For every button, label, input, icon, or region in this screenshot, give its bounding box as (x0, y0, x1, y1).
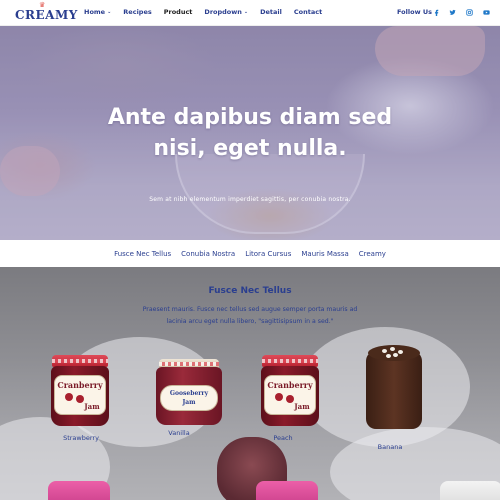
product-label: Strawberry (63, 434, 99, 442)
nav-item-product[interactable]: Product (164, 8, 193, 16)
jar-label: Cranberry Jam (264, 375, 316, 415)
chevron-down-icon: ⌄ (107, 9, 112, 15)
jar-lid (440, 481, 500, 500)
nut-topping (390, 347, 395, 351)
product-item-banana[interactable]: Banana (362, 345, 426, 455)
jar-label-text: Cranberry (267, 380, 313, 390)
category-link[interactable]: Fusce Nec Tellus (114, 250, 171, 258)
nav-item-dropdown[interactable]: Dropdown ⌄ (204, 8, 248, 16)
nut-topping (393, 353, 398, 357)
nut-topping (398, 350, 403, 354)
nav-item-label: Contact (293, 8, 323, 16)
jar-lid (256, 481, 318, 500)
youtube-icon[interactable] (481, 7, 491, 17)
brand-logo[interactable]: ♛ CREAMY (15, 2, 77, 24)
nav-item-contact[interactable]: Contact (294, 8, 322, 16)
facebook-icon[interactable] (431, 7, 441, 17)
nav-item-label: Product (163, 8, 193, 16)
jar-label-text: Jam (182, 399, 196, 406)
nav-item-label: Detail (260, 8, 282, 16)
category-nav: Fusce Nec Tellus Conubia Nostra Litora C… (0, 240, 500, 267)
brand-name: CREAMY (15, 8, 78, 22)
product-item-peach[interactable]: Cranberry Jam Peach (258, 355, 326, 445)
jar-lid (48, 481, 110, 500)
products-section: Fusce Nec Tellus Praesent mauris. Fusce … (0, 267, 500, 500)
site-header: ♛ CREAMY Home ⌄ Recipes Product Dropdown… (0, 0, 500, 26)
category-link[interactable]: Creamy (359, 250, 386, 258)
chevron-down-icon: ⌄ (243, 9, 249, 15)
product-label: Banana (377, 443, 403, 451)
products-title: Fusce Nec Tellus (208, 286, 292, 296)
main-nav: Home ⌄ Recipes Product Dropdown ⌄ Detail… (84, 8, 334, 16)
category-link[interactable]: Mauris Massa (301, 250, 348, 258)
cherry-icon (65, 393, 73, 401)
nut-topping (382, 349, 387, 353)
jar-label-text: Gooseberry (169, 390, 209, 397)
hero-banner: Ante dapibus diam sed nisi, eget nulla. … (0, 26, 500, 240)
follow-us-label: Follow Us (397, 8, 432, 16)
hero-title: Ante dapibus diam sed nisi, eget nulla. (107, 105, 393, 161)
jar-label-text: Jam (294, 402, 310, 411)
chocolate-cake (366, 351, 422, 429)
category-link[interactable]: Litora Cursus (245, 250, 291, 258)
jar-label-text: Cranberry (57, 380, 103, 390)
hero-subtitle: Sem at nibh elementum imperdiet sagittis… (149, 196, 351, 203)
jar-label-text: Jam (84, 402, 100, 411)
nav-item-label: Home (84, 8, 106, 16)
nut-topping (386, 354, 391, 358)
nav-item-label: Dropdown (204, 8, 242, 16)
category-link[interactable]: Conubia Nostra (181, 250, 235, 258)
product-item-vanilla[interactable]: Gooseberry Jam Vanilla (152, 359, 226, 445)
jar-label: Cranberry Jam (54, 375, 106, 415)
instagram-icon[interactable] (464, 7, 474, 17)
nav-item-detail[interactable]: Detail (260, 8, 282, 16)
products-description: Praesent mauris. Fusce nec tellus sed au… (142, 306, 358, 325)
nav-item-label: Recipes (123, 8, 152, 16)
twitter-icon[interactable] (447, 7, 457, 17)
product-label: Vanilla (168, 429, 190, 437)
nav-item-home[interactable]: Home ⌄ (84, 8, 111, 16)
nav-item-recipes[interactable]: Recipes (123, 8, 151, 16)
jar-label: Gooseberry Jam (160, 385, 218, 411)
product-item-strawberry[interactable]: Cranberry Jam Strawberry (48, 355, 114, 445)
cherry-icon (275, 393, 283, 401)
